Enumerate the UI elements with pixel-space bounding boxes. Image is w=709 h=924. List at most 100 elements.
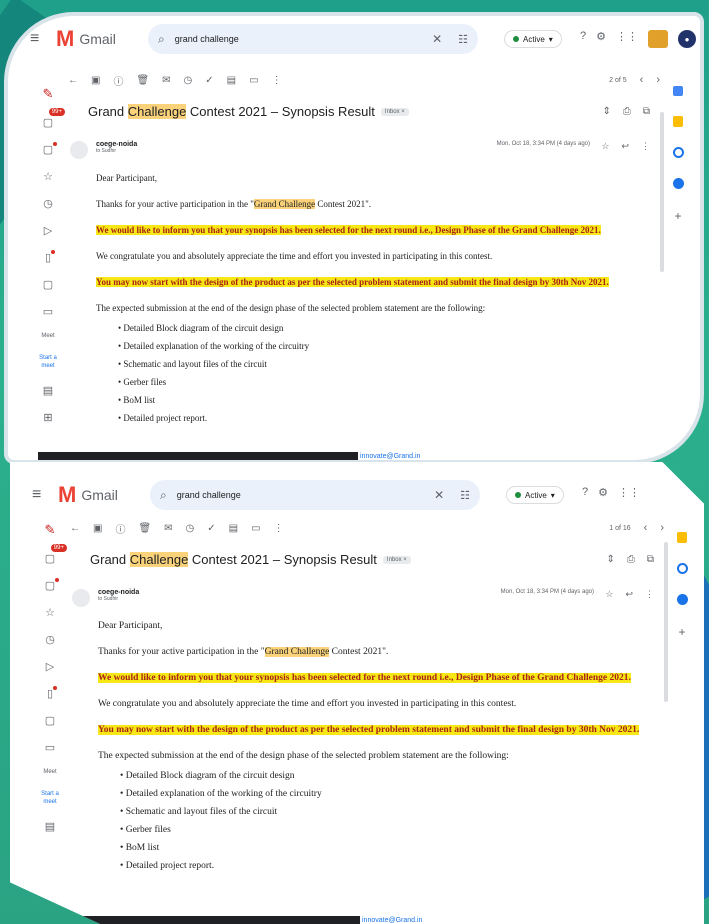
status-selector[interactable]: Active ▾ bbox=[504, 30, 562, 48]
move-to-icon[interactable]: ▤ bbox=[229, 523, 238, 534]
email-link[interactable]: innovate@Grand.in bbox=[362, 917, 422, 924]
calendar-rail-icon[interactable]: ▤ bbox=[43, 384, 53, 397]
new-window-icon[interactable]: ⧉ bbox=[643, 106, 650, 117]
starred-icon[interactable]: ☆ bbox=[45, 606, 55, 619]
prev-email-icon[interactable]: ‹ bbox=[644, 522, 648, 534]
gmail-logo[interactable]: M Gmail bbox=[56, 26, 116, 52]
search-icon[interactable]: ⌕ bbox=[158, 32, 165, 47]
archive-icon[interactable]: ▣ bbox=[93, 523, 102, 534]
label-icon[interactable]: ▭ bbox=[249, 75, 258, 86]
apps-icon[interactable]: ⋮⋮ bbox=[618, 486, 640, 499]
search-input[interactable]: grand challenge bbox=[177, 490, 434, 500]
next-email-icon[interactable]: › bbox=[656, 74, 660, 86]
star-icon[interactable]: ☆ bbox=[601, 141, 609, 152]
compose-icon[interactable]: ✎ bbox=[45, 522, 56, 538]
scrollbar[interactable] bbox=[664, 542, 668, 702]
mark-unread-icon[interactable]: ✉ bbox=[162, 75, 170, 86]
search-options-icon[interactable]: ☷ bbox=[458, 33, 468, 46]
chat-icon[interactable]: ▢ bbox=[45, 578, 60, 592]
grid-icon[interactable]: ⊞ bbox=[43, 411, 52, 424]
help-icon[interactable]: ? bbox=[582, 486, 588, 499]
label-icon[interactable]: ▭ bbox=[251, 523, 260, 534]
avatar[interactable]: ● bbox=[678, 30, 696, 48]
calendar-icon[interactable] bbox=[673, 86, 683, 96]
calendar-rail-icon[interactable]: ▤ bbox=[45, 820, 55, 833]
back-icon[interactable]: ← bbox=[68, 75, 78, 86]
delete-icon[interactable]: 🗑 bbox=[138, 523, 151, 534]
print-icon[interactable]: ⎙ bbox=[623, 106, 631, 117]
email-link[interactable]: innovate@Grand.in bbox=[360, 453, 420, 460]
add-addon-icon[interactable]: + bbox=[674, 209, 681, 223]
start-meet-link[interactable]: Start a meet bbox=[39, 354, 57, 370]
drafts-icon[interactable]: ▯ bbox=[47, 686, 58, 700]
apps-icon[interactable]: ⋮⋮ bbox=[616, 30, 638, 48]
spaces-icon[interactable]: ▢ bbox=[43, 278, 53, 291]
add-task-icon[interactable]: ✓ bbox=[205, 75, 213, 86]
snooze-icon[interactable]: ◷ bbox=[184, 75, 193, 86]
menu-icon[interactable]: ≡ bbox=[30, 30, 50, 48]
status-selector[interactable]: Active ▾ bbox=[506, 486, 564, 504]
meet-icon[interactable]: ▭ bbox=[43, 305, 53, 318]
report-spam-icon[interactable]: ⓘ bbox=[113, 73, 123, 88]
tasks-icon[interactable] bbox=[676, 563, 688, 574]
snoozed-icon[interactable]: ◷ bbox=[45, 633, 55, 646]
more-icon[interactable]: ⋮ bbox=[274, 523, 284, 534]
more-vert-icon[interactable]: ⋮ bbox=[645, 589, 654, 600]
mark-unread-icon[interactable]: ✉ bbox=[164, 523, 172, 534]
contacts-icon[interactable] bbox=[672, 178, 684, 189]
sent-icon[interactable]: ▷ bbox=[46, 660, 54, 673]
search-bar[interactable]: ⌕ grand challenge ✕ ☷ bbox=[150, 480, 480, 510]
new-window-icon[interactable]: ⧉ bbox=[647, 554, 654, 565]
prev-email-icon[interactable]: ‹ bbox=[640, 74, 644, 86]
contacts-icon[interactable] bbox=[676, 594, 688, 605]
inbox-icon[interactable]: ▢ 99+ bbox=[45, 544, 67, 565]
tasks-icon[interactable] bbox=[672, 147, 684, 158]
recipient[interactable]: to Sudhir bbox=[96, 148, 650, 154]
spaces-icon[interactable]: ▢ bbox=[45, 714, 55, 727]
starred-icon[interactable]: ☆ bbox=[43, 170, 53, 183]
expand-icon[interactable]: ⇕ bbox=[606, 554, 614, 565]
scrollbar[interactable] bbox=[660, 112, 664, 272]
expected-line: The expected submission at the end of th… bbox=[98, 751, 509, 761]
snooze-icon[interactable]: ◷ bbox=[186, 523, 195, 534]
add-task-icon[interactable]: ✓ bbox=[207, 523, 215, 534]
sent-icon[interactable]: ▷ bbox=[44, 224, 52, 237]
compose-icon[interactable]: ✎ bbox=[43, 86, 54, 102]
more-icon[interactable]: ⋮ bbox=[272, 75, 282, 86]
next-email-icon[interactable]: › bbox=[660, 522, 664, 534]
delete-icon[interactable]: 🗑 bbox=[136, 75, 149, 86]
expand-icon[interactable]: ⇕ bbox=[602, 106, 610, 117]
archive-icon[interactable]: ▣ bbox=[91, 75, 100, 86]
clear-search-icon[interactable]: ✕ bbox=[434, 488, 444, 502]
settings-icon[interactable]: ⚙ bbox=[598, 486, 608, 499]
clear-search-icon[interactable]: ✕ bbox=[432, 32, 442, 46]
settings-icon[interactable]: ⚙ bbox=[596, 30, 606, 48]
chat-icon[interactable]: ▢ bbox=[43, 142, 58, 156]
gmail-logo[interactable]: M Gmail bbox=[58, 482, 118, 508]
search-input[interactable]: grand challenge bbox=[175, 34, 432, 44]
start-meet-link[interactable]: Start a meet bbox=[41, 790, 59, 806]
menu-icon[interactable]: ≡ bbox=[32, 486, 52, 504]
inbox-icon[interactable]: ▢ 99+ bbox=[43, 108, 65, 129]
keep-icon[interactable] bbox=[673, 116, 683, 127]
move-to-icon[interactable]: ▤ bbox=[227, 75, 236, 86]
search-options-icon[interactable]: ☷ bbox=[460, 489, 470, 502]
print-icon[interactable]: ⎙ bbox=[627, 554, 635, 565]
add-addon-icon[interactable]: + bbox=[678, 625, 685, 639]
keep-icon[interactable] bbox=[677, 532, 687, 543]
search-icon[interactable]: ⌕ bbox=[160, 488, 167, 503]
reply-icon[interactable]: ↩ bbox=[625, 589, 633, 600]
more-vert-icon[interactable]: ⋮ bbox=[641, 141, 650, 152]
snoozed-icon[interactable]: ◷ bbox=[43, 197, 53, 210]
reply-icon[interactable]: ↩ bbox=[621, 141, 629, 152]
recipient[interactable]: to Sudhir bbox=[98, 596, 654, 602]
submission-list: Detailed Block diagram of the circuit de… bbox=[118, 323, 650, 423]
inbox-label-tag[interactable]: Inbox × bbox=[382, 555, 411, 564]
drafts-icon[interactable]: ▯ bbox=[45, 250, 56, 264]
help-icon[interactable]: ? bbox=[580, 30, 586, 48]
report-spam-icon[interactable]: ⓘ bbox=[115, 521, 125, 536]
meet-icon[interactable]: ▭ bbox=[45, 741, 55, 754]
search-bar[interactable]: ⌕ grand challenge ✕ ☷ bbox=[148, 24, 478, 54]
star-icon[interactable]: ☆ bbox=[605, 589, 613, 600]
inbox-label-tag[interactable]: Inbox × bbox=[380, 107, 409, 116]
